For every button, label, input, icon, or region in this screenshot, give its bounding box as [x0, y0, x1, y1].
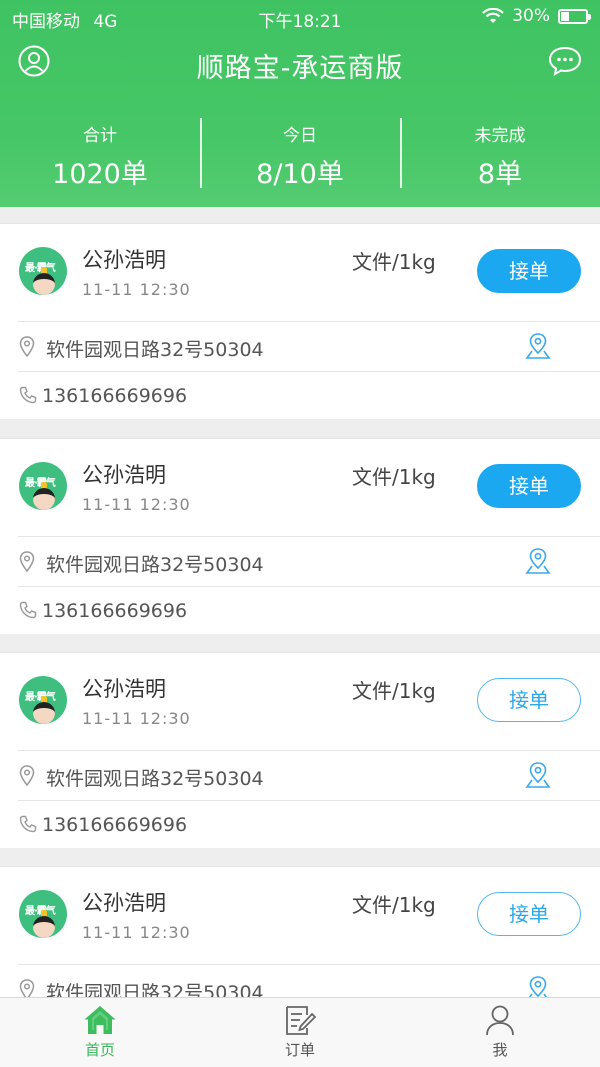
- order-card[interactable]: 最·霸气 公孙浩明 11-11 12:30 文件/1kg 接单 软件园观日路32…: [0, 866, 600, 997]
- nav-bar: 顺路宝-承运商版: [0, 40, 600, 86]
- tab-orders[interactable]: 订单: [200, 998, 400, 1067]
- cargo-info: 文件/1kg: [352, 250, 436, 274]
- phone-number[interactable]: 136166669696: [42, 600, 187, 622]
- avatar: 最·霸气: [19, 890, 67, 938]
- avatar: 最·霸气: [19, 676, 67, 724]
- stat-label: 未完成: [474, 126, 526, 146]
- order-list[interactable]: 最·霸气 公孙浩明 11-11 12:30 文件/1kg 接单 软件园观日路32…: [0, 207, 600, 997]
- tab-bar: 首页 订单 我: [0, 997, 600, 1067]
- phone-icon: [19, 601, 37, 619]
- battery-percent: 30%: [512, 6, 550, 26]
- stat-value: 1020单: [52, 159, 148, 190]
- location-pin-icon: [19, 765, 35, 787]
- stat-value: 8单: [477, 159, 523, 190]
- chat-bubble-icon[interactable]: [548, 46, 582, 76]
- stat-label: 今日: [283, 126, 317, 146]
- customer-name: 公孙浩明: [82, 248, 166, 272]
- order-time: 11-11 12:30: [82, 495, 191, 514]
- stat-value: 8/10单: [256, 159, 344, 190]
- map-location-icon[interactable]: [525, 975, 551, 997]
- customer-name: 公孙浩明: [82, 891, 166, 915]
- accept-order-button[interactable]: 接单: [477, 892, 581, 936]
- order-time: 11-11 12:30: [82, 280, 191, 299]
- avatar: 最·霸气: [19, 462, 67, 510]
- order-card[interactable]: 最·霸气 公孙浩明 11-11 12:30 文件/1kg 接单 软件园观日路32…: [0, 438, 600, 634]
- phone-row[interactable]: 136166669696: [0, 587, 600, 635]
- cargo-info: 文件/1kg: [352, 679, 436, 703]
- page-title: 顺路宝-承运商版: [196, 53, 404, 84]
- stat-unfinished: 未完成 8单: [400, 118, 600, 190]
- stat-today: 今日 8/10单: [200, 118, 400, 190]
- accept-order-button[interactable]: 接单: [477, 678, 581, 722]
- phone-row[interactable]: 136166669696: [0, 801, 600, 849]
- customer-name: 公孙浩明: [82, 463, 166, 487]
- phone-icon: [19, 386, 37, 404]
- address-text: 软件园观日路32号50304: [46, 982, 264, 997]
- person-icon: [486, 1005, 514, 1036]
- avatar-text: 最·霸气: [25, 692, 56, 703]
- stat-label: 合计: [83, 126, 117, 146]
- tab-me[interactable]: 我: [400, 998, 600, 1067]
- order-card[interactable]: 最·霸气 公孙浩明 11-11 12:30 文件/1kg 接单 软件园观日路32…: [0, 652, 600, 848]
- tab-home[interactable]: 首页: [0, 998, 200, 1067]
- avatar-text: 最·霸气: [25, 263, 56, 274]
- phone-icon: [19, 815, 37, 833]
- map-location-icon[interactable]: [525, 547, 551, 575]
- status-bar: 中国移动 4G 下午18:21 30%: [0, 0, 600, 36]
- map-location-icon[interactable]: [525, 761, 551, 789]
- avatar-text: 最·霸气: [25, 478, 56, 489]
- avatar: 最·霸气: [19, 247, 67, 295]
- customer-name: 公孙浩明: [82, 677, 166, 701]
- stats-panel: 合计 1020单 今日 8/10单 未完成 8单: [0, 118, 600, 190]
- tab-label: 首页: [84, 1041, 115, 1059]
- accept-order-button[interactable]: 接单: [477, 464, 581, 508]
- address-row: 软件园观日路32号50304: [0, 536, 600, 586]
- address-text: 软件园观日路32号50304: [46, 339, 264, 361]
- cargo-info: 文件/1kg: [352, 893, 436, 917]
- tab-label: 我: [492, 1041, 508, 1059]
- stat-total: 合计 1020单: [0, 118, 200, 190]
- tab-label: 订单: [284, 1041, 315, 1059]
- location-pin-icon: [19, 979, 35, 997]
- avatar-text: 最·霸气: [25, 906, 56, 917]
- address-text: 软件园观日路32号50304: [46, 768, 264, 790]
- phone-row[interactable]: 136166669696: [0, 372, 600, 420]
- cargo-info: 文件/1kg: [352, 465, 436, 489]
- app-header: 中国移动 4G 下午18:21 30% 顺路宝-承运商版 合计 1020单 今日…: [0, 0, 600, 207]
- location-pin-icon: [19, 336, 35, 358]
- phone-number[interactable]: 136166669696: [42, 814, 187, 836]
- order-card[interactable]: 最·霸气 公孙浩明 11-11 12:30 文件/1kg 接单 软件园观日路32…: [0, 223, 600, 419]
- address-row: 软件园观日路32号50304: [0, 750, 600, 800]
- location-pin-icon: [19, 551, 35, 573]
- order-time: 11-11 12:30: [82, 709, 191, 728]
- phone-number[interactable]: 136166669696: [42, 385, 187, 407]
- battery-icon: [558, 8, 591, 24]
- address-text: 软件园观日路32号50304: [46, 554, 264, 576]
- address-row: 软件园观日路32号50304: [0, 964, 600, 997]
- address-row: 软件园观日路32号50304: [0, 321, 600, 371]
- order-edit-icon: [286, 1006, 317, 1035]
- order-time: 11-11 12:30: [82, 923, 191, 942]
- wifi-icon: [482, 8, 504, 23]
- accept-order-button[interactable]: 接单: [477, 249, 581, 293]
- home-icon: [84, 1006, 116, 1034]
- map-location-icon[interactable]: [525, 332, 551, 360]
